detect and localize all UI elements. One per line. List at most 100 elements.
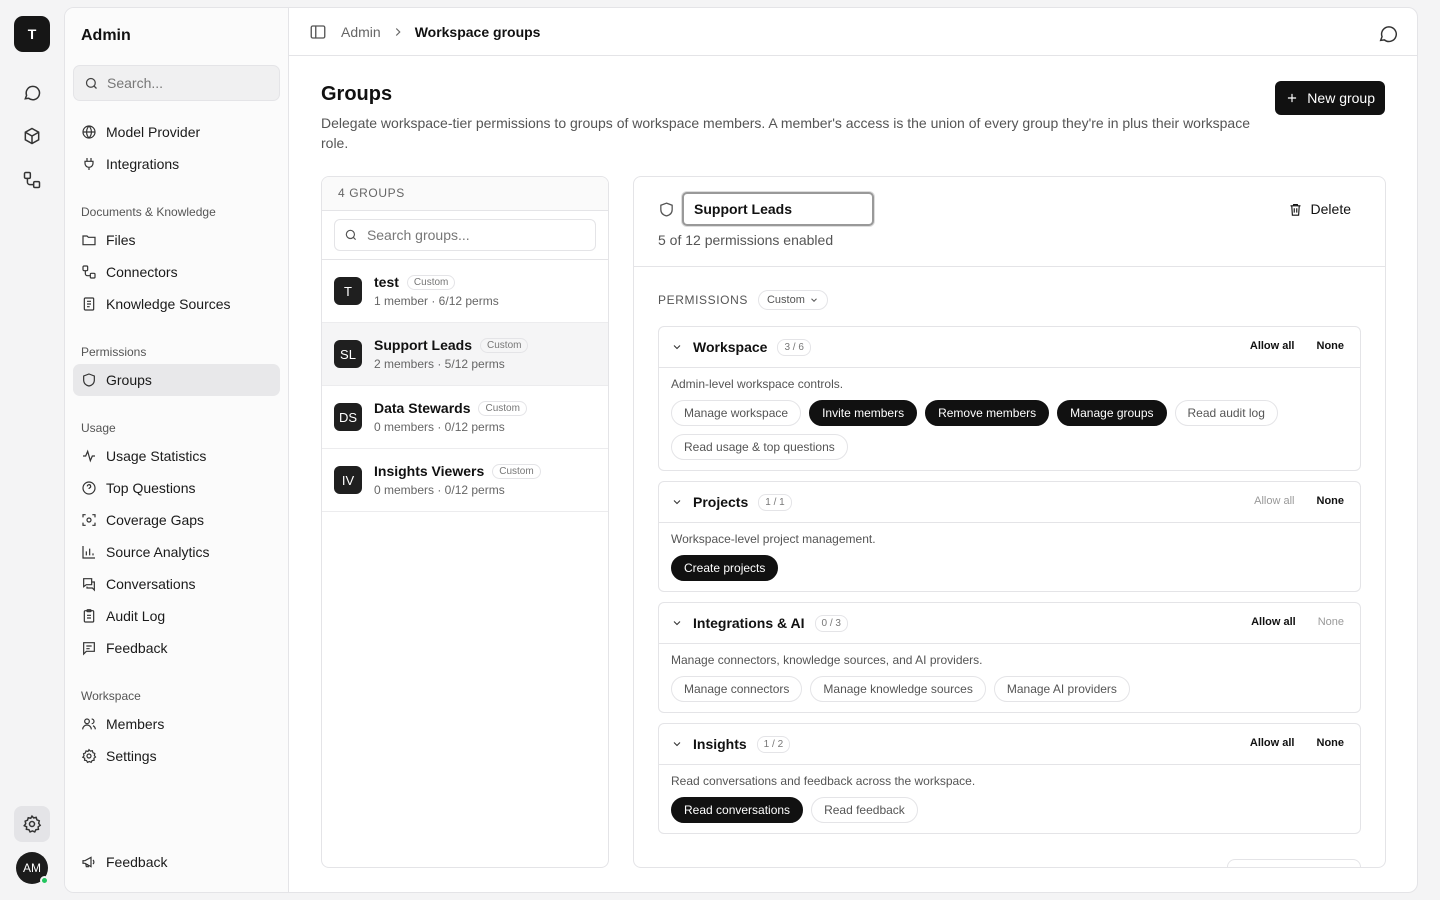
sidebar-item-usage-statistics[interactable]: Usage Statistics: [73, 440, 280, 472]
chevron-down-icon[interactable]: [671, 341, 683, 353]
category-description: Admin-level workspace controls.: [671, 377, 844, 391]
sidebar-item-integrations[interactable]: Integrations: [73, 148, 280, 180]
allow-all-button[interactable]: Allow all: [1254, 495, 1294, 507]
sidebar-item-feedback[interactable]: Feedback: [73, 632, 280, 664]
sidebar-item-label: Audit Log: [106, 608, 166, 624]
group-row-support-leads[interactable]: SL Support Leads Custom 2 members · 5/12 …: [322, 323, 608, 386]
sidebar-item-label: Settings: [106, 748, 157, 764]
scroll-peek-button[interactable]: [1227, 859, 1361, 867]
group-avatar: T: [334, 277, 362, 305]
chevron-down-icon[interactable]: [671, 496, 683, 508]
permission-chip-remove-members[interactable]: Remove members: [925, 400, 1050, 426]
question-icon: [82, 481, 96, 495]
new-group-button[interactable]: New group: [1275, 81, 1385, 115]
sidebar-item-label: Conversations: [106, 576, 196, 592]
category-header[interactable]: Workspace 3 / 6 Allow all None: [659, 327, 1360, 368]
sidebar-item-label: Integrations: [106, 156, 180, 172]
sidebar-item-label: Connectors: [106, 264, 178, 280]
chevron-down-icon: [811, 298, 817, 302]
workspace-logo[interactable]: T: [14, 16, 50, 52]
globe-icon: [82, 125, 96, 139]
permission-chip-manage-knowledge-sources[interactable]: Manage knowledge sources: [810, 676, 986, 702]
admin-settings-gear-icon[interactable]: [14, 806, 50, 842]
permission-preset-select[interactable]: Custom: [757, 290, 828, 310]
chevron-down-icon[interactable]: [671, 617, 683, 629]
group-row-insights-viewers[interactable]: IV Insights Viewers Custom 0 members · 0/…: [322, 449, 608, 512]
sidebar-search-input[interactable]: [107, 75, 257, 91]
sidebar-footer-feedback[interactable]: Feedback: [73, 846, 280, 878]
sidebar-item-files[interactable]: Files: [73, 224, 280, 256]
user-avatar[interactable]: AM: [16, 852, 49, 885]
allow-all-button[interactable]: Allow all: [1251, 616, 1296, 628]
groups-search-input[interactable]: [366, 227, 586, 243]
sidebar-section-permissions: Permissions: [81, 345, 147, 359]
sidebar-item-source-analytics[interactable]: Source Analytics: [73, 536, 280, 568]
sidebar-item-members[interactable]: Members: [73, 708, 280, 740]
sidebar-item-conversations[interactable]: Conversations: [73, 568, 280, 600]
delete-group-button[interactable]: Delete: [1288, 201, 1351, 217]
permission-chip-read-audit-log[interactable]: Read audit log: [1174, 400, 1278, 426]
permission-chip-read-usage[interactable]: Read usage & top questions: [671, 434, 848, 460]
group-meta: 0 members · 0/12 perms: [374, 483, 505, 497]
permission-category-insights: Insights 1 / 2 Allow all None Read conve…: [658, 723, 1361, 834]
category-header[interactable]: Integrations & AI 0 / 3 Allow all None: [659, 603, 1360, 644]
book-icon: [83, 297, 95, 311]
category-header[interactable]: Projects 1 / 1 Allow all None: [659, 482, 1360, 523]
none-button[interactable]: None: [1317, 495, 1345, 507]
permission-chip-manage-workspace[interactable]: Manage workspace: [671, 400, 802, 426]
group-row-test[interactable]: T test Custom 1 member · 6/12 perms: [322, 260, 608, 323]
category-title: Insights: [693, 736, 747, 752]
permission-chip-manage-ai-providers[interactable]: Manage AI providers: [993, 676, 1130, 702]
group-name: Insights Viewers: [374, 463, 485, 479]
permission-chip-read-feedback[interactable]: Read feedback: [811, 797, 918, 823]
permission-chip-invite-members[interactable]: Invite members: [809, 400, 918, 426]
group-name-input[interactable]: [682, 192, 874, 226]
sidebar-section-usage: Usage: [81, 421, 116, 435]
group-meta: 1 member · 6/12 perms: [374, 294, 499, 308]
sidebar-item-audit-log[interactable]: Audit Log: [73, 600, 280, 632]
group-meta: 2 members · 5/12 perms: [374, 357, 505, 371]
sidebar-item-label: Feedback: [106, 640, 168, 656]
permission-chip-manage-connectors[interactable]: Manage connectors: [671, 676, 803, 702]
plus-icon: [1288, 93, 1297, 103]
sidebar-search[interactable]: [73, 65, 280, 101]
group-avatar: IV: [334, 466, 362, 494]
page-description: Delegate workspace-tier permissions to g…: [321, 115, 1250, 151]
none-button[interactable]: None: [1317, 340, 1345, 352]
sidebar-item-coverage-gaps[interactable]: Coverage Gaps: [73, 504, 280, 536]
sidebar-item-connectors[interactable]: Connectors: [73, 256, 280, 288]
category-count: 1 / 2: [756, 735, 791, 753]
sidebar-toggle-icon[interactable]: [309, 23, 327, 41]
chat-icon[interactable]: [14, 74, 50, 110]
message-square-icon: [83, 642, 95, 656]
shield-icon: [660, 202, 673, 217]
assistant-chat-icon[interactable]: [1377, 22, 1399, 44]
top-bar: Admin Workspace groups: [289, 8, 1417, 56]
breadcrumb-parent[interactable]: Admin: [341, 24, 381, 40]
permission-chip-read-conversations[interactable]: Read conversations: [671, 797, 804, 823]
group-name: test: [374, 274, 399, 290]
workflow-icon[interactable]: [14, 162, 50, 198]
sidebar-item-knowledge-sources[interactable]: Knowledge Sources: [73, 288, 280, 320]
permission-chip-manage-groups[interactable]: Manage groups: [1057, 400, 1167, 426]
scan-icon: [82, 514, 96, 526]
groups-search-box[interactable]: [334, 219, 596, 251]
sidebar-title: Admin: [81, 27, 131, 44]
permission-chip-create-projects[interactable]: Create projects: [671, 555, 779, 581]
sidebar-item-groups[interactable]: Groups: [73, 364, 280, 396]
sidebar-item-top-questions[interactable]: Top Questions: [73, 472, 280, 504]
none-button[interactable]: None: [1318, 616, 1344, 628]
megaphone-icon: [82, 856, 95, 868]
group-row-data-stewards[interactable]: DS Data Stewards Custom 0 members · 0/12 …: [322, 386, 608, 449]
sidebar-item-settings[interactable]: Settings: [73, 740, 280, 772]
permissions-label: PERMISSIONS: [658, 293, 748, 307]
cube-icon[interactable]: [14, 118, 50, 154]
chevron-down-icon[interactable]: [671, 738, 683, 750]
allow-all-button[interactable]: Allow all: [1250, 737, 1295, 749]
allow-all-button[interactable]: Allow all: [1250, 340, 1295, 352]
category-header[interactable]: Insights 1 / 2 Allow all None: [659, 724, 1360, 765]
sidebar-item-model-provider[interactable]: Model Provider: [73, 116, 280, 148]
icon-rail: T AM: [0, 0, 64, 900]
none-button[interactable]: None: [1317, 737, 1345, 749]
shield-icon: [83, 373, 95, 387]
